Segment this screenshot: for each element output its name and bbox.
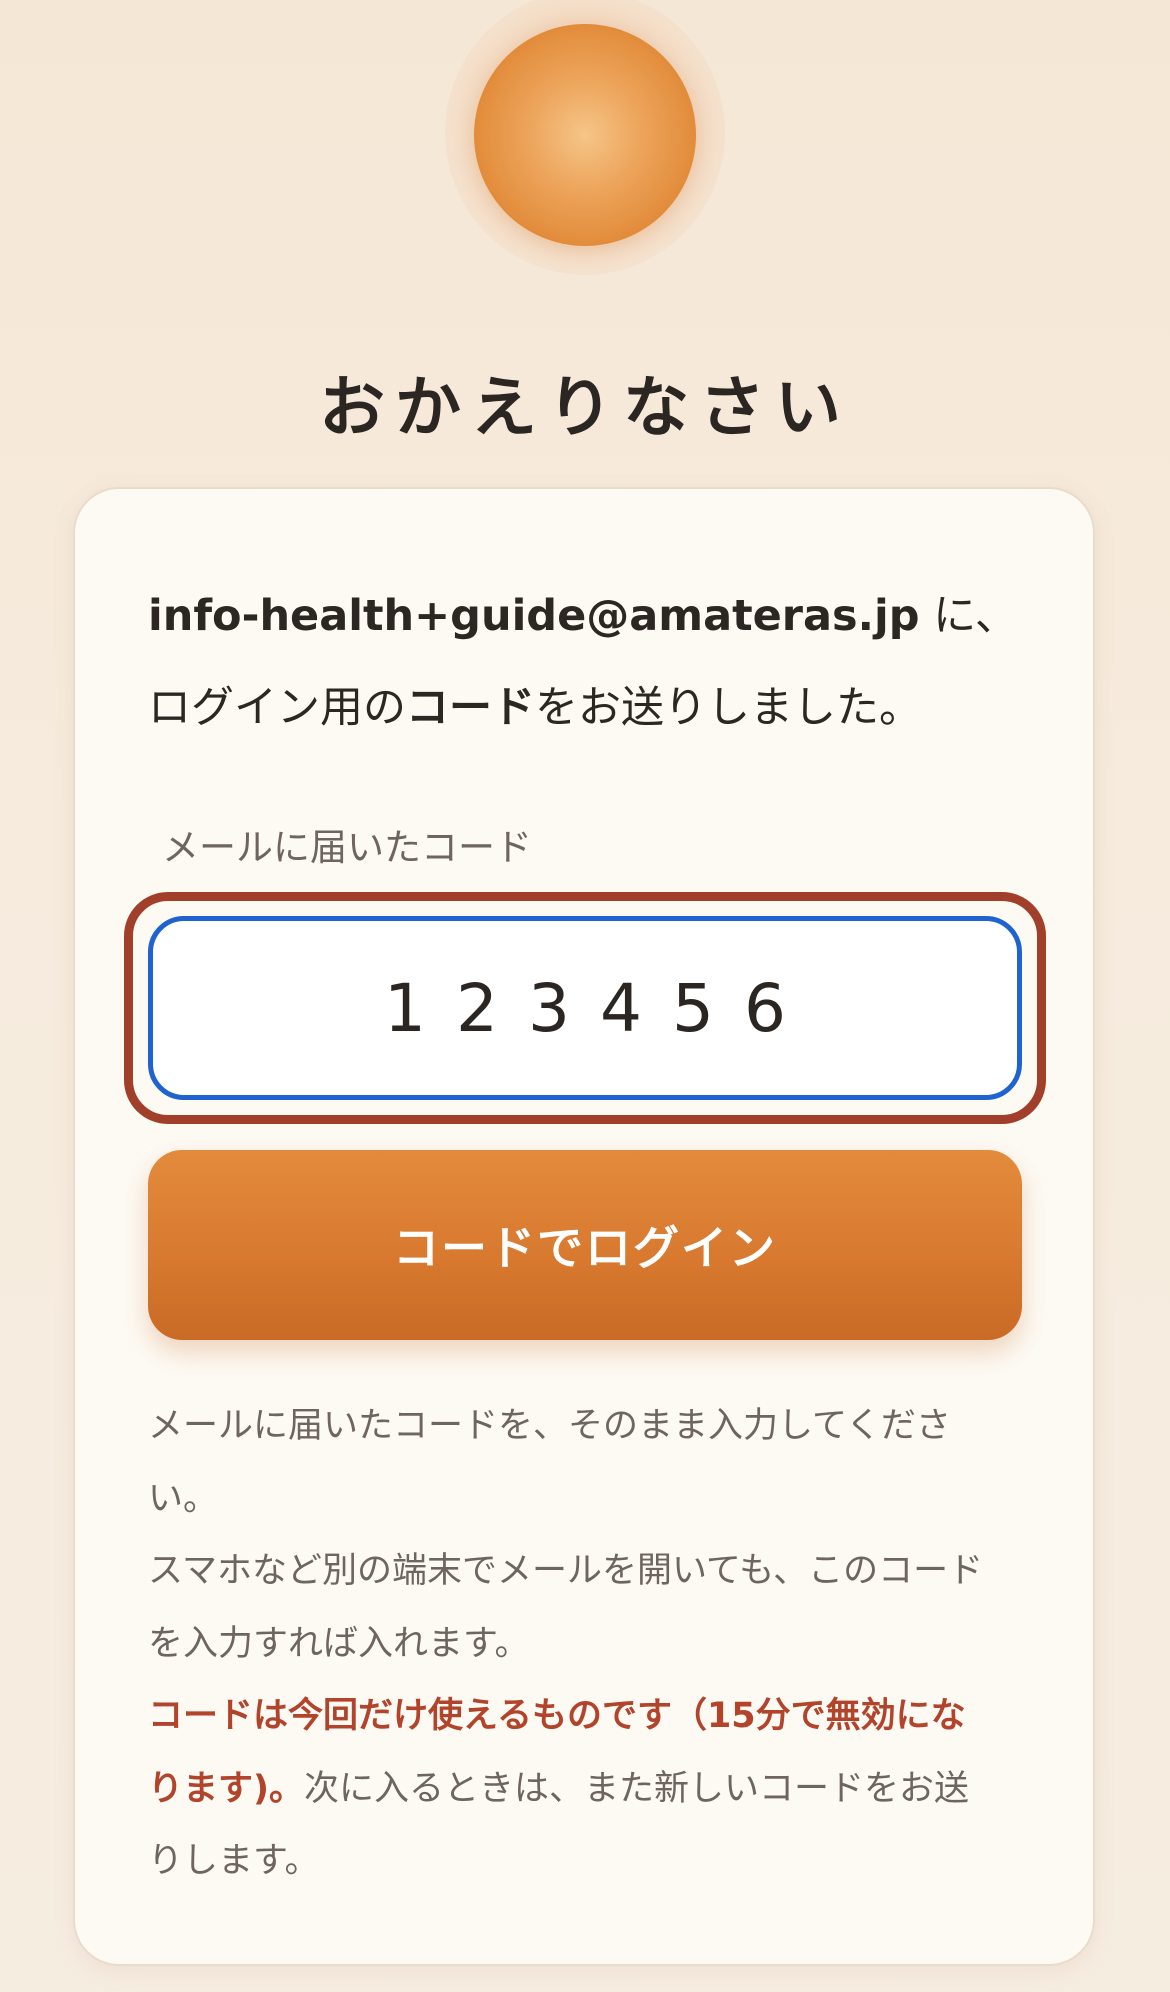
intro-message: info-health+guide@amateras.jp に、 ログイン用のコ… [148,570,1028,754]
intro-code-word: コード [406,683,535,733]
help-line: りします。 [148,1841,320,1881]
help-line: い。 [148,1478,219,1519]
help-line: ります)。次に入るときは、また新しいコードをお送 [148,1753,1018,1826]
intro-line-2-prefix: ログイン用の [148,683,406,733]
intro-line-2-suffix: をお送りしました。 [535,683,922,733]
login-with-code-button[interactable]: コードでログイン [148,1150,1022,1340]
code-input[interactable] [148,916,1022,1100]
code-field-label: メールに届いたコード [162,826,532,869]
intro-line-1: info-health+guide@amateras.jp に、 [148,570,1028,662]
email-address: info-health+guide@amateras.jp [148,591,920,641]
help-line-rest: 次に入るときは、また新しいコードをお送 [304,1768,970,1809]
help-line: スマホなど別の端末でメールを開いても、このコード [148,1551,984,1591]
sun-logo-icon [474,24,696,246]
help-line: メールに届いたコードを、そのまま入力してくださ [148,1406,951,1446]
help-line: を入力すれば入れます。 [148,1623,530,1664]
expiry-warning: コードは今回だけ使えるものです（15分で無効にな [148,1696,966,1736]
page-title: おかえりなさい [319,368,851,447]
email-suffix: に、 [919,591,1018,641]
intro-line-2: ログイン用のコードをお送りしました。 [148,662,1028,754]
expiry-warning-end: ります)。 [148,1768,304,1809]
help-text: メールに届いたコードを、そのまま入力してくださ い。 スマホなど別の端末でメール… [148,1390,1018,1898]
